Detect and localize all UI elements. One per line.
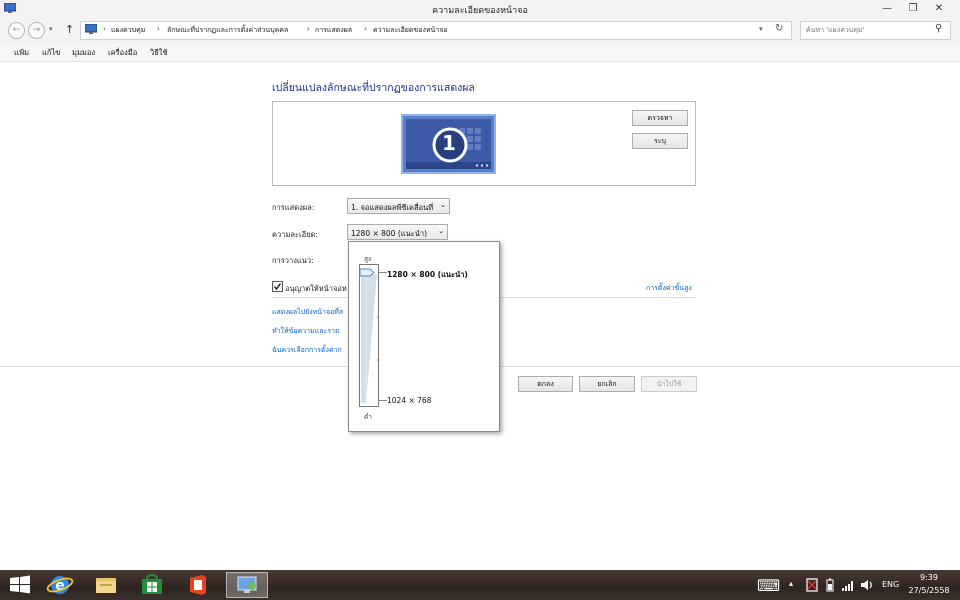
resolution-dropdown[interactable]: 1280 × 800 (แนะนำ) ⌄ bbox=[347, 224, 448, 240]
clock-date[interactable]: 27/5/2558 bbox=[908, 586, 950, 595]
recent-locations-icon[interactable]: ▾ bbox=[49, 25, 53, 33]
network-icon[interactable] bbox=[841, 578, 855, 594]
tick-line-top bbox=[379, 272, 387, 273]
refresh-icon[interactable]: ↻ bbox=[775, 23, 783, 34]
bottom-resolution-option[interactable]: 1024 × 768 bbox=[387, 396, 431, 405]
resolution-label: ความละเอียด: bbox=[272, 230, 318, 239]
breadcrumb-separator: › bbox=[157, 25, 160, 33]
control-panel-task-icon[interactable] bbox=[226, 572, 268, 598]
chevron-down-icon: ⌄ bbox=[440, 201, 446, 209]
restore-button[interactable]: ❐ bbox=[900, 0, 926, 18]
keyboard-icon[interactable]: ⌨ bbox=[757, 576, 780, 595]
menu-file[interactable]: แฟ้ม bbox=[14, 47, 29, 59]
show-hidden-icons-icon[interactable]: ▴ bbox=[789, 579, 793, 588]
language-indicator[interactable]: ENG bbox=[882, 580, 899, 589]
taskbar: e ⌨ ▴ ENG 9:39 27/5/2558 bbox=[0, 570, 960, 600]
cancel-button[interactable]: ยกเลิก bbox=[579, 376, 635, 392]
file-explorer-icon[interactable] bbox=[88, 572, 124, 598]
battery-icon[interactable] bbox=[826, 578, 834, 594]
help-choose-settings-link[interactable]: ฉันควรเลือกการตั้งค่าก bbox=[272, 345, 342, 356]
breadcrumb-item-screen-resolution[interactable]: ความละเอียดของหน้าจอ bbox=[373, 25, 448, 36]
display-label: การแสดงผล: bbox=[272, 203, 315, 212]
project-link[interactable]: แสดงผลไปยังหน้าจอที่ส bbox=[272, 307, 343, 318]
identify-button[interactable]: ระบุ bbox=[632, 133, 688, 149]
menu-tools[interactable]: เครื่องมือ bbox=[108, 47, 137, 59]
up-button[interactable]: ↑ bbox=[65, 23, 74, 36]
volume-icon[interactable] bbox=[860, 578, 874, 594]
apply-button[interactable]: นำไปใช้ bbox=[641, 376, 697, 392]
advanced-settings-link[interactable]: การตั้งค่าขั้นสูง bbox=[646, 283, 692, 294]
resolution-popup: สูง 1280 × 800 (แนะนำ) 1024 × 768 ต่ำ bbox=[348, 241, 500, 432]
store-icon[interactable] bbox=[134, 572, 170, 598]
search-icon[interactable]: ⚲ bbox=[935, 23, 942, 34]
search-input[interactable]: ค้นหา 'แผงควบคุม' bbox=[806, 25, 864, 36]
orientation-label: การวางแนว: bbox=[272, 256, 314, 265]
top-resolution-option[interactable]: 1280 × 800 (แนะนำ) bbox=[387, 269, 468, 281]
resolution-value: 1280 × 800 (แนะนำ) bbox=[351, 229, 428, 238]
menu-help[interactable]: วิธีใช้ bbox=[150, 47, 168, 59]
start-button[interactable] bbox=[2, 572, 38, 598]
low-label: ต่ำ bbox=[364, 413, 372, 421]
slider-thumb[interactable] bbox=[359, 268, 375, 277]
window-title: ความละเอียดของหน้าจอ bbox=[432, 6, 528, 16]
display-value: 1. จอแสดงผลพีซีเคลื่อนที่ bbox=[351, 203, 434, 212]
clock-time[interactable]: 9:39 bbox=[908, 573, 950, 582]
resolution-slider-track[interactable] bbox=[359, 264, 379, 407]
forward-button[interactable]: → bbox=[28, 22, 45, 39]
chevron-down-icon: ⌄ bbox=[438, 227, 444, 235]
address-dropdown-icon[interactable]: ▾ bbox=[759, 25, 763, 33]
action-center-icon[interactable] bbox=[806, 578, 818, 594]
close-button[interactable]: ✕ bbox=[926, 0, 952, 18]
monitor-number: 1 bbox=[442, 131, 456, 155]
high-label: สูง bbox=[364, 255, 372, 263]
control-panel-icon bbox=[84, 23, 98, 37]
display-dropdown[interactable]: 1. จอแสดงผลพีซีเคลื่อนที่ ⌄ bbox=[347, 198, 450, 214]
breadcrumb-separator: › bbox=[103, 25, 106, 33]
allow-checkbox-label[interactable]: อนุญาตให้หน้าจอห bbox=[285, 283, 347, 295]
office-icon[interactable] bbox=[180, 572, 216, 598]
menu-bar: แฟ้ม แก้ไข มุมมอง เครื่องมือ วิธีใช้ bbox=[0, 43, 960, 62]
back-button[interactable]: ← bbox=[8, 22, 25, 39]
detect-button[interactable]: ตรวจหา bbox=[632, 110, 688, 126]
breadcrumb-item-appearance[interactable]: ลักษณะที่ปรากฏและการตั้งค่าส่วนบุคคล bbox=[167, 25, 288, 36]
allow-checkbox[interactable] bbox=[272, 281, 283, 292]
ok-button[interactable]: ตกลง bbox=[518, 376, 573, 392]
title-bar: ความละเอียดของหน้าจอ — ❐ ✕ bbox=[0, 0, 960, 18]
breadcrumb-item-display[interactable]: การแสดงผล bbox=[315, 25, 352, 36]
breadcrumb-item-control-panel[interactable]: แผงควบคุม bbox=[111, 25, 145, 36]
breadcrumb-separator: › bbox=[364, 25, 367, 33]
minimize-button[interactable]: — bbox=[874, 0, 900, 18]
address-box[interactable]: › แผงควบคุม › ลักษณะที่ปรากฏและการตั้งค่… bbox=[80, 21, 792, 40]
page-heading: เปลี่ยนแปลงลักษณะที่ปรากฏของการแสดงผล bbox=[272, 82, 475, 94]
menu-view[interactable]: มุมมอง bbox=[72, 47, 95, 59]
breadcrumb-separator: › bbox=[307, 25, 310, 33]
navigation-bar: ← → ▾ ↑ › แผงควบคุม › ลักษณะที่ปรากฏและก… bbox=[0, 18, 960, 43]
monitor-1-tile[interactable]: 1 bbox=[401, 114, 496, 174]
tick-line-bottom bbox=[379, 400, 387, 401]
menu-edit[interactable]: แก้ไข bbox=[42, 47, 60, 59]
search-box[interactable]: ค้นหา 'แผงควบคุม' ⚲ bbox=[800, 21, 951, 40]
text-size-link[interactable]: ทำให้ข้อความและราย bbox=[272, 326, 339, 337]
internet-explorer-icon[interactable]: e bbox=[42, 572, 78, 598]
